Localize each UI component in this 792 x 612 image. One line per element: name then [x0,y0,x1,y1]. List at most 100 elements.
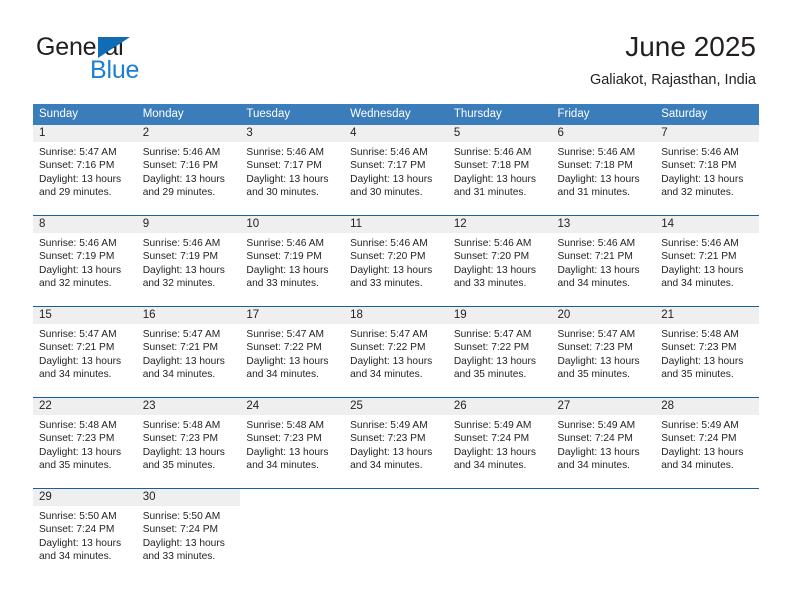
day-info: Sunrise: 5:46 AM Sunset: 7:19 PM Dayligh… [137,233,241,290]
day-info: Sunrise: 5:49 AM Sunset: 7:24 PM Dayligh… [655,415,759,472]
day-number: 8 [33,216,137,233]
sunset-text: Sunset: 7:22 PM [350,342,426,354]
daylight-text-line2: and 31 minutes. [453,186,527,198]
day-number [551,489,656,506]
day-cell[interactable]: 13 Sunrise: 5:46 AM Sunset: 7:21 PM Dayl… [551,216,656,305]
sunrise-text: Sunrise: 5:46 AM [557,147,636,158]
daylight-text-line2: and 32 minutes. [142,277,216,289]
day-number: 1 [33,125,137,142]
daylight-text-line2: and 30 minutes. [350,186,423,198]
weekday-header-friday: Friday [557,108,590,120]
day-cell[interactable]: 16 Sunrise: 5:47 AM Sunset: 7:21 PM Dayl… [136,307,241,396]
day-cell[interactable]: 17 Sunrise: 5:47 AM Sunset: 7:22 PM Dayl… [240,307,345,396]
day-number: 15 [33,307,137,324]
day-info: Sunrise: 5:46 AM Sunset: 7:20 PM Dayligh… [448,233,552,290]
day-info: Sunrise: 5:49 AM Sunset: 7:24 PM Dayligh… [552,415,656,472]
day-number: 27 [551,398,656,415]
weekday-header-thursday: Thursday [453,108,502,120]
daylight-text-line2: and 34 minutes. [350,459,423,471]
sunrise-text: Sunrise: 5:47 AM [453,329,532,340]
sunset-text: Sunset: 7:24 PM [39,524,115,536]
sunrise-text: Sunrise: 5:46 AM [350,147,428,158]
daylight-text-line2: and 35 minutes. [557,368,631,380]
sunrise-text: Sunrise: 5:46 AM [246,238,324,249]
sunset-text: Sunset: 7:23 PM [39,433,115,445]
sunset-text: Sunset: 7:24 PM [142,524,219,536]
sunset-text: Sunset: 7:18 PM [557,160,633,172]
daylight-text-line2: and 34 minutes. [350,368,423,380]
day-number [344,489,448,506]
day-number: 19 [447,307,552,324]
day-info: Sunrise: 5:47 AM Sunset: 7:22 PM Dayligh… [344,324,448,381]
day-number: 6 [551,125,656,142]
daylight-text-line1: Daylight: 13 hours [142,446,225,458]
day-cell[interactable]: 26 Sunrise: 5:49 AM Sunset: 7:24 PM Dayl… [447,398,552,487]
day-cell[interactable]: 30 Sunrise: 5:50 AM Sunset: 7:24 PM Dayl… [136,489,241,578]
day-cell[interactable]: 27 Sunrise: 5:49 AM Sunset: 7:24 PM Dayl… [551,398,656,487]
day-cell[interactable]: 1 Sunrise: 5:47 AM Sunset: 7:16 PM Dayli… [33,125,137,214]
weekday-header-wednesday: Wednesday [350,108,411,120]
day-cell[interactable]: 22 Sunrise: 5:48 AM Sunset: 7:23 PM Dayl… [33,398,137,487]
day-cell[interactable]: 3 Sunrise: 5:46 AM Sunset: 7:17 PM Dayli… [240,125,345,214]
day-info: Sunrise: 5:46 AM Sunset: 7:17 PM Dayligh… [240,142,344,199]
sunset-text: Sunset: 7:18 PM [453,160,530,172]
day-cell[interactable]: 6 Sunrise: 5:46 AM Sunset: 7:18 PM Dayli… [551,125,656,214]
day-cell[interactable]: 21 Sunrise: 5:48 AM Sunset: 7:23 PM Dayl… [655,307,759,396]
daylight-text-line2: and 29 minutes. [39,186,112,198]
daylight-text-line1: Daylight: 13 hours [39,355,122,367]
day-cell[interactable]: 14 Sunrise: 5:46 AM Sunset: 7:21 PM Dayl… [655,216,759,305]
day-cell[interactable]: 10 Sunrise: 5:46 AM Sunset: 7:19 PM Dayl… [240,216,345,305]
day-cell[interactable]: 25 Sunrise: 5:49 AM Sunset: 7:23 PM Dayl… [344,398,448,487]
day-cell[interactable]: 20 Sunrise: 5:47 AM Sunset: 7:23 PM Dayl… [551,307,656,396]
sunrise-text: Sunrise: 5:46 AM [350,238,428,249]
week-row: 1 Sunrise: 5:47 AM Sunset: 7:16 PM Dayli… [33,125,759,215]
day-cell[interactable]: 28 Sunrise: 5:49 AM Sunset: 7:24 PM Dayl… [655,398,759,487]
day-cell[interactable]: 23 Sunrise: 5:48 AM Sunset: 7:23 PM Dayl… [136,398,241,487]
sunrise-text: Sunrise: 5:47 AM [557,329,636,340]
day-cell[interactable]: 29 Sunrise: 5:50 AM Sunset: 7:24 PM Dayl… [33,489,137,578]
sunrise-text: Sunrise: 5:47 AM [246,329,324,340]
page-subtitle: Galiakot, Rajasthan, India [589,72,756,88]
sunset-text: Sunset: 7:18 PM [661,160,737,172]
daylight-text-line2: and 32 minutes. [661,186,734,198]
sunrise-text: Sunrise: 5:48 AM [142,420,221,431]
general-blue-logo[interactable]: General Blue [36,33,236,87]
sunrise-text: Sunrise: 5:49 AM [661,420,739,431]
day-cell[interactable]: 5 Sunrise: 5:46 AM Sunset: 7:18 PM Dayli… [447,125,552,214]
day-cell[interactable]: 2 Sunrise: 5:46 AM Sunset: 7:16 PM Dayli… [136,125,241,214]
sunrise-text: Sunrise: 5:48 AM [661,329,739,340]
weekday-header-tuesday: Tuesday [246,108,291,120]
day-number: 12 [447,216,552,233]
day-cell[interactable]: 15 Sunrise: 5:47 AM Sunset: 7:21 PM Dayl… [33,307,137,396]
sunrise-text: Sunrise: 5:47 AM [142,329,221,340]
sunrise-text: Sunrise: 5:49 AM [350,420,428,431]
daylight-text-line2: and 34 minutes. [246,368,319,380]
day-cell[interactable]: 19 Sunrise: 5:47 AM Sunset: 7:22 PM Dayl… [447,307,552,396]
sunset-text: Sunset: 7:23 PM [142,433,219,445]
daylight-text-line2: and 33 minutes. [142,550,216,562]
day-number [655,489,759,506]
daylight-text-line2: and 35 minutes. [661,368,734,380]
day-number: 4 [344,125,448,142]
day-cell-empty [240,489,345,578]
daylight-text-line2: and 33 minutes. [350,277,423,289]
logo-triangle-icon [98,37,130,58]
day-cell[interactable]: 7 Sunrise: 5:46 AM Sunset: 7:18 PM Dayli… [655,125,759,214]
daylight-text-line1: Daylight: 13 hours [453,355,536,367]
day-info: Sunrise: 5:50 AM Sunset: 7:24 PM Dayligh… [33,506,137,563]
day-cell[interactable]: 24 Sunrise: 5:48 AM Sunset: 7:23 PM Dayl… [240,398,345,487]
day-cell[interactable]: 4 Sunrise: 5:46 AM Sunset: 7:17 PM Dayli… [344,125,448,214]
day-number: 24 [240,398,345,415]
day-cell[interactable]: 9 Sunrise: 5:46 AM Sunset: 7:19 PM Dayli… [136,216,241,305]
weekday-header-saturday: Saturday [661,108,708,120]
day-number: 17 [240,307,345,324]
day-cell[interactable]: 11 Sunrise: 5:46 AM Sunset: 7:20 PM Dayl… [344,216,448,305]
daylight-text-line1: Daylight: 13 hours [661,173,744,185]
sunset-text: Sunset: 7:19 PM [39,251,115,263]
day-cell[interactable]: 8 Sunrise: 5:46 AM Sunset: 7:19 PM Dayli… [33,216,137,305]
daylight-text-line1: Daylight: 13 hours [557,264,640,276]
day-cell[interactable]: 12 Sunrise: 5:46 AM Sunset: 7:20 PM Dayl… [447,216,552,305]
day-cell[interactable]: 18 Sunrise: 5:47 AM Sunset: 7:22 PM Dayl… [344,307,448,396]
day-info: Sunrise: 5:49 AM Sunset: 7:24 PM Dayligh… [448,415,552,472]
daylight-text-line1: Daylight: 13 hours [39,446,122,458]
